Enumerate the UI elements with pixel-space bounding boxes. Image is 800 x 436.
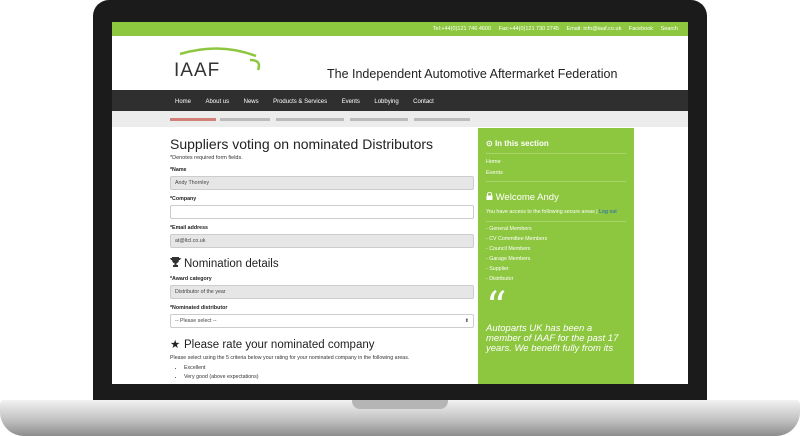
nav-events[interactable]: Events <box>342 92 360 113</box>
phone-link[interactable]: Tel:+44(0)121 746 4600 <box>433 26 491 32</box>
nav-about-us[interactable]: About us <box>205 92 229 113</box>
email-link[interactable]: Email: info@iaaf.co.uk <box>567 26 622 32</box>
access-note-text: You have access to the following secure … <box>486 209 598 215</box>
distributor-label: *Nominated distributor <box>170 305 228 311</box>
iaaf-logo[interactable]: IAAF <box>170 46 265 82</box>
testimonial-text: Autoparts UK has been a member of IAAF f… <box>486 323 619 354</box>
chevron-updown-icon: ⬍ <box>464 318 469 324</box>
trophy-icon <box>170 257 184 270</box>
area-link-council-members[interactable]: - Council Members <box>486 246 634 252</box>
area-link-general-members[interactable]: - General Members <box>486 226 634 232</box>
name-label: *Name <box>170 167 187 173</box>
search-link[interactable]: Search <box>661 26 678 32</box>
facebook-link[interactable]: Facebook <box>629 26 653 32</box>
nav-news[interactable]: News <box>244 92 259 113</box>
rate-instructions: Please select using the 5 criteria below… <box>170 355 410 361</box>
divider <box>486 221 626 222</box>
star-icon: ★ <box>170 339 181 351</box>
lock-icon <box>486 191 496 203</box>
rate-heading: ★ Please rate your nominated company <box>170 337 476 351</box>
email-label: *Email address <box>170 225 208 231</box>
in-this-section-heading: ⊙ In this section <box>486 139 634 148</box>
quote-icon: “ <box>486 284 507 330</box>
sidebar-link-home[interactable]: Home <box>486 159 634 165</box>
area-link-supplier[interactable]: - Supplier <box>486 266 634 272</box>
welcome-heading: Welcome Andy <box>486 191 634 203</box>
news-ticker <box>112 111 688 127</box>
divider <box>486 153 626 154</box>
in-this-section-text: In this section <box>494 139 549 148</box>
company-field[interactable] <box>170 205 474 219</box>
nav-lobbying[interactable]: Lobbying <box>374 92 398 113</box>
required-note: *Denotes required form fields. <box>170 155 243 161</box>
award-field[interactable]: Distributor of the year <box>170 285 474 299</box>
divider <box>486 181 626 182</box>
voting-form: Suppliers voting on nominated Distributo… <box>170 134 476 383</box>
logout-link[interactable]: Log out <box>599 209 617 215</box>
site-header: IAAF The Independent Automotive Aftermar… <box>112 36 688 90</box>
distributor-select-value: -- Please select -- <box>175 318 217 324</box>
company-label: *Company <box>170 196 197 202</box>
laptop-notch <box>352 400 448 409</box>
laptop-screen: Tel:+44(0)121 746 4600 Fax:+44(0)121 730… <box>112 22 688 384</box>
welcome-text: Welcome Andy <box>495 192 559 203</box>
distributor-select[interactable]: -- Please select -- ⬍ <box>170 314 474 328</box>
logo-text: IAAF <box>174 60 220 81</box>
award-label: *Award category <box>170 276 212 282</box>
sidebar: ⊙ In this section Home Events Welcome An… <box>478 128 634 384</box>
arrow-circle-icon: ⊙ <box>486 139 493 148</box>
nomination-heading: Nomination details <box>170 257 476 270</box>
site-title: The Independent Automotive Aftermarket F… <box>327 67 618 81</box>
ticker-content <box>170 117 500 123</box>
fax-link[interactable]: Fax:+44(0)121 730 2745 <box>499 26 559 32</box>
access-note: You have access to the following secure … <box>486 208 626 216</box>
name-field[interactable]: Andy Thornley <box>170 176 474 190</box>
nav-products-services[interactable]: Products & Services <box>273 92 327 113</box>
criteria-list: Excellent Very good (above expectations) <box>184 365 476 380</box>
main-nav: Home About us News Products & Services E… <box>112 90 688 111</box>
nav-contact[interactable]: Contact <box>413 92 434 113</box>
contact-bar: Tel:+44(0)121 746 4600 Fax:+44(0)121 730… <box>112 22 688 36</box>
area-link-garage-members[interactable]: - Garage Members <box>486 256 634 262</box>
criteria-item[interactable]: Excellent <box>184 365 476 371</box>
area-link-cv-committee[interactable]: - CV Committee Members <box>486 236 634 242</box>
form-title: Suppliers voting on nominated Distributo… <box>170 136 434 152</box>
area-link-distributor[interactable]: - Distributor <box>486 276 634 282</box>
nomination-heading-text: Nomination details <box>184 258 279 270</box>
email-field[interactable]: at@ltcl.co.uk <box>170 234 474 248</box>
nav-home[interactable]: Home <box>175 92 191 113</box>
sidebar-link-events[interactable]: Events <box>486 170 634 176</box>
rate-heading-text: Please rate your nominated company <box>184 339 375 351</box>
criteria-item[interactable]: Very good (above expectations) <box>184 374 476 380</box>
ticker-blurred-text <box>170 118 470 121</box>
